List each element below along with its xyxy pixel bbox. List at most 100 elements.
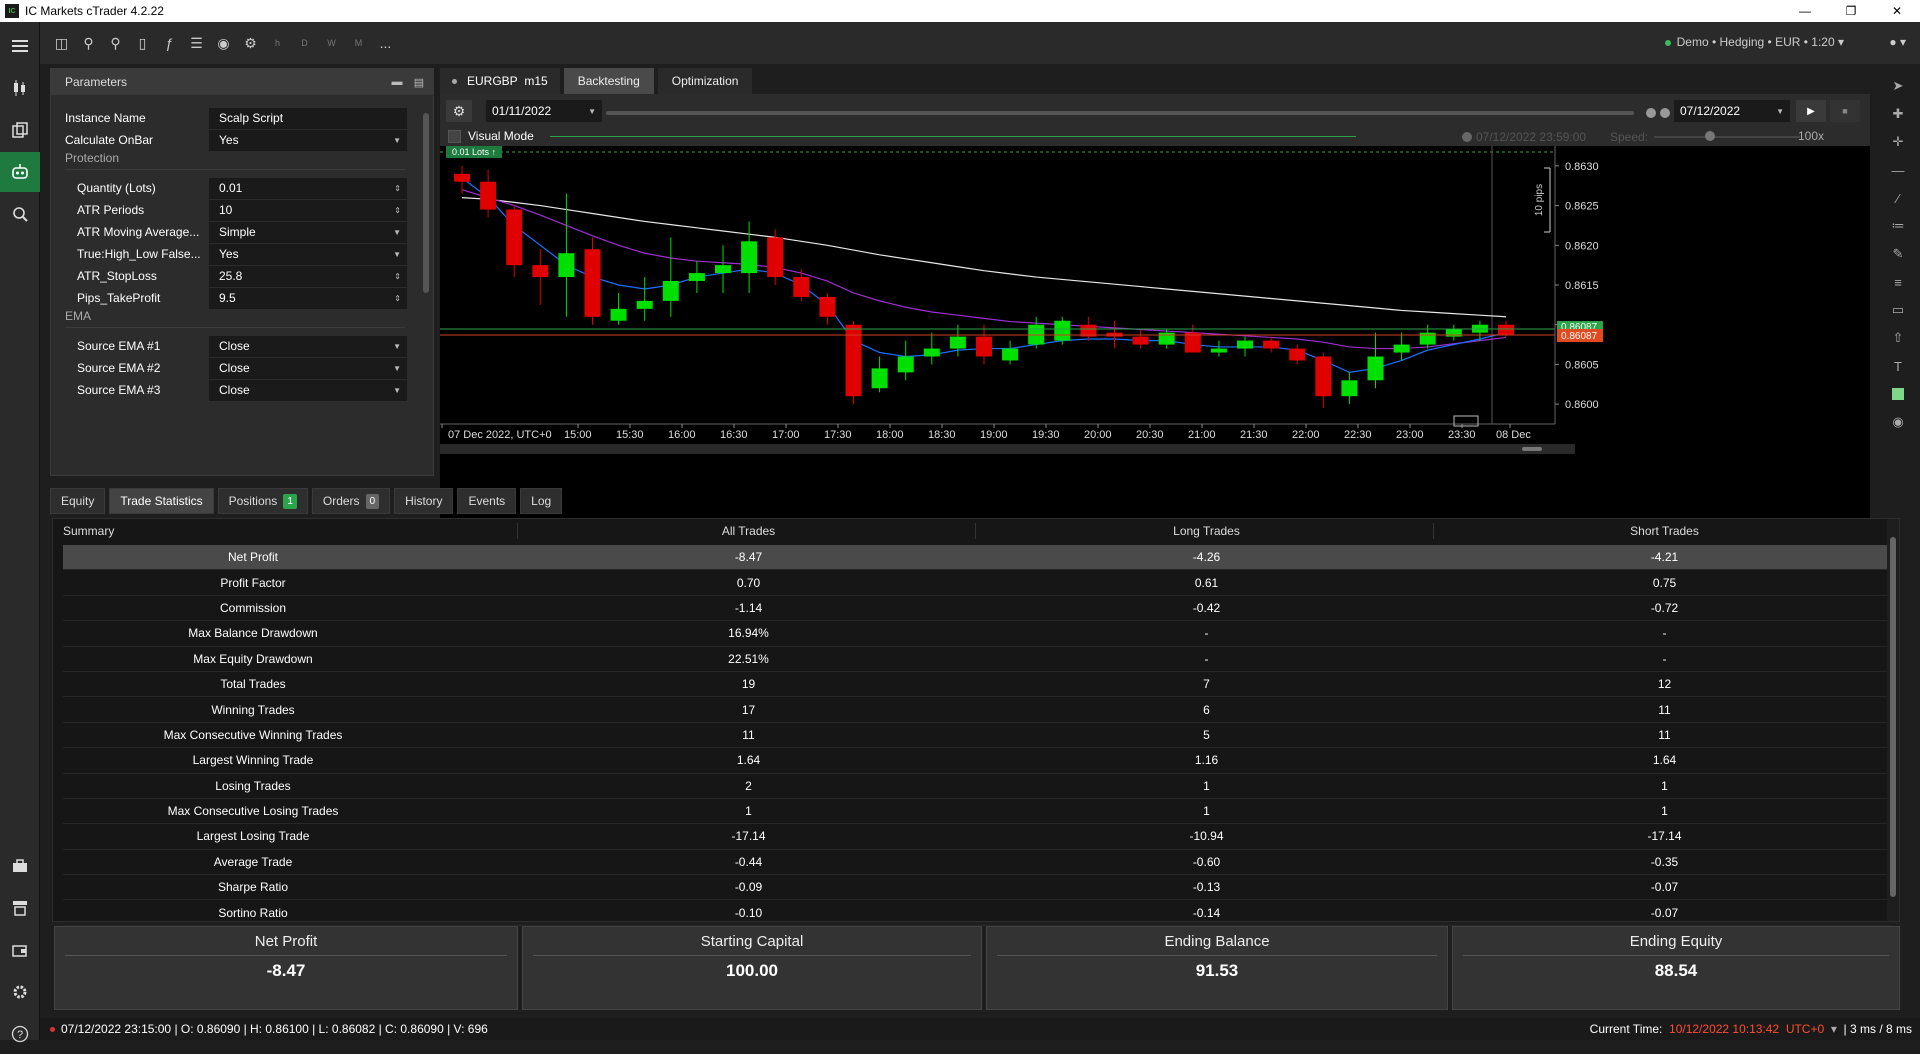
copy-icon[interactable] (0, 110, 40, 150)
param-stepper[interactable]: 9.5 ⇕ (209, 287, 407, 309)
tab-trade-statistics[interactable]: Trade Statistics (109, 488, 214, 514)
table-row[interactable]: Winning Trades 17 6 11 (63, 697, 1891, 723)
rectangle-icon[interactable]: ▭ (1886, 298, 1910, 322)
crosshair-alt-icon[interactable]: ✛ (1886, 130, 1910, 154)
trend-line-icon[interactable]: ∕ (1886, 186, 1910, 210)
stepper-icon[interactable]: ⇕ (394, 206, 401, 215)
stepper-icon[interactable]: ⇕ (394, 294, 401, 303)
analyze-icon[interactable] (0, 194, 40, 234)
tab-optimization[interactable]: Optimization (657, 68, 753, 94)
maximize-button[interactable]: ❐ (1828, 0, 1874, 22)
stats-scrollbar[interactable] (1887, 519, 1899, 921)
table-row[interactable]: Losing Trades 2 1 1 (63, 774, 1891, 799)
range-end-handle[interactable] (1660, 108, 1670, 118)
automate-robot-icon[interactable] (0, 152, 40, 192)
timeframe-w[interactable]: W (318, 30, 345, 56)
param-stepper[interactable]: 0.01 ⇕ (209, 177, 407, 199)
layout-icon[interactable]: ◫ (48, 30, 75, 56)
wallet-icon[interactable] (0, 930, 40, 970)
param-stepper[interactable]: 25.8 ⇕ (209, 265, 407, 287)
column-header-summary[interactable]: Summary (63, 519, 114, 543)
minimize-panel-icon[interactable]: ▬ (389, 74, 405, 90)
camera-icon[interactable]: ◉ (1886, 410, 1910, 434)
table-row[interactable]: Commission -1.14 -0.42 -0.72 (63, 596, 1891, 622)
price-chart[interactable]: 0.86300.86250.86200.86150.86100.86050.86… (440, 146, 1870, 534)
table-row[interactable]: Average Trade -0.44 -0.60 -0.35 (63, 850, 1891, 876)
table-row[interactable]: Largest Winning Trade 1.64 1.16 1.64 (63, 748, 1891, 774)
tab-history[interactable]: History (394, 488, 454, 514)
more-icon[interactable]: ... (372, 30, 399, 56)
settings-gear-icon[interactable] (0, 972, 40, 1012)
table-row[interactable]: Sharpe Ratio -0.09 -0.13 -0.07 (63, 875, 1891, 901)
minimize-button[interactable]: — (1782, 0, 1828, 22)
timeframe-d[interactable]: D (291, 30, 318, 56)
layers-icon[interactable]: ☰ (183, 30, 210, 56)
text-icon[interactable]: T (1886, 354, 1910, 378)
channel-icon[interactable]: ≡ (1886, 270, 1910, 294)
arrow-icon[interactable]: ⇧ (1886, 326, 1910, 350)
column-header-long-trades[interactable]: Long Trades (979, 519, 1434, 543)
speed-knob[interactable] (1705, 131, 1715, 141)
tab-orders[interactable]: Orders 0 (311, 488, 391, 514)
zoom-out-icon[interactable]: ⚲ (102, 30, 129, 56)
tab-backtesting[interactable]: Backtesting (563, 68, 654, 94)
timeframe-m[interactable]: M (345, 30, 372, 56)
chart-type-icon[interactable]: ▯ (129, 30, 156, 56)
table-row[interactable]: Max Equity Drawdown 22.51% - - (63, 647, 1891, 672)
tab-events[interactable]: Events (457, 488, 517, 514)
timezone-selector[interactable]: UTC+0 (1786, 1022, 1824, 1036)
table-row[interactable]: Largest Losing Trade -17.14 -10.94 -17.14 (63, 824, 1891, 850)
user-menu[interactable]: ● ▾ (1889, 35, 1906, 49)
pencil-icon[interactable]: ✎ (1886, 242, 1910, 266)
calculator-icon[interactable] (0, 888, 40, 928)
table-row[interactable]: Max Consecutive Losing Trades 1 1 1 (63, 799, 1891, 825)
account-selector[interactable]: Demo • Hedging • EUR • 1:20 ▾ (1664, 35, 1844, 49)
chart-settings-icon[interactable]: ⚙ (237, 30, 264, 56)
briefcase-icon[interactable] (0, 846, 40, 886)
table-row[interactable]: Sortino Ratio -0.10 -0.14 -0.07 (63, 900, 1891, 926)
table-row[interactable]: Max Consecutive Winning Trades 11 5 11 (63, 723, 1891, 749)
help-icon[interactable]: ? (0, 1014, 40, 1054)
zoom-in-icon[interactable]: ⚲ (75, 30, 102, 56)
param-stepper[interactable]: 10 ⇕ (209, 199, 407, 221)
color-icon[interactable] (1886, 382, 1910, 406)
param-select[interactable]: Close ▼ (209, 335, 407, 357)
scroll-thumb[interactable] (1890, 537, 1896, 897)
stepper-icon[interactable]: ⇕ (394, 272, 401, 281)
horizontal-line-icon[interactable]: ― (1886, 158, 1910, 182)
close-window-button[interactable]: ✕ (1874, 0, 1920, 22)
table-row[interactable]: Profit Factor 0.70 0.61 0.75 (63, 570, 1891, 596)
params-scrollbar[interactable] (421, 99, 431, 471)
crosshair-icon[interactable]: ✚ (1886, 102, 1910, 126)
trade-icon[interactable] (0, 68, 40, 108)
scroll-thumb[interactable] (423, 113, 429, 293)
visual-progress-knob[interactable] (1462, 132, 1472, 142)
column-divider[interactable] (1433, 523, 1434, 539)
symbol-tab[interactable]: EURGBP m15 (440, 68, 560, 94)
play-button[interactable]: ▶ (1796, 100, 1826, 122)
column-divider[interactable] (517, 523, 518, 539)
visual-mode-toggle[interactable]: Visual Mode (448, 129, 534, 143)
indicators-icon[interactable]: ƒ (156, 30, 183, 56)
date-range-slider[interactable] (606, 111, 1634, 115)
table-row[interactable]: Total Trades 19 7 12 (63, 672, 1891, 698)
tab-positions[interactable]: Positions 1 (217, 488, 308, 514)
column-header-short-trades[interactable]: Short Trades (1437, 519, 1892, 543)
range-start-handle[interactable] (1646, 108, 1656, 118)
tab-log[interactable]: Log (520, 488, 563, 514)
fibonacci-icon[interactable]: ≔ (1886, 214, 1910, 238)
speed-slider[interactable] (1654, 136, 1800, 138)
tab-equity[interactable]: Equity (50, 488, 106, 514)
visual-mode-checkbox[interactable] (448, 129, 461, 143)
timeframe-h[interactable]: h (264, 30, 291, 56)
table-row[interactable]: Net Profit -8.47 -4.26 -4.21 (63, 545, 1891, 571)
column-header-all-trades[interactable]: All Trades (521, 519, 976, 543)
param-select[interactable]: Yes ▼ (209, 129, 407, 151)
save-params-icon[interactable]: ▤ (411, 74, 427, 90)
table-row[interactable]: Max Balance Drawdown 16.94% - - (63, 621, 1891, 647)
param-select[interactable]: Yes ▼ (209, 243, 407, 265)
stop-button[interactable]: ■ (1830, 100, 1860, 122)
cursor-icon[interactable]: ➤ (1886, 74, 1910, 98)
end-date-picker[interactable]: 07/12/2022 ▼ (1674, 100, 1790, 122)
backtest-settings-icon[interactable]: ⚙ (446, 100, 472, 122)
